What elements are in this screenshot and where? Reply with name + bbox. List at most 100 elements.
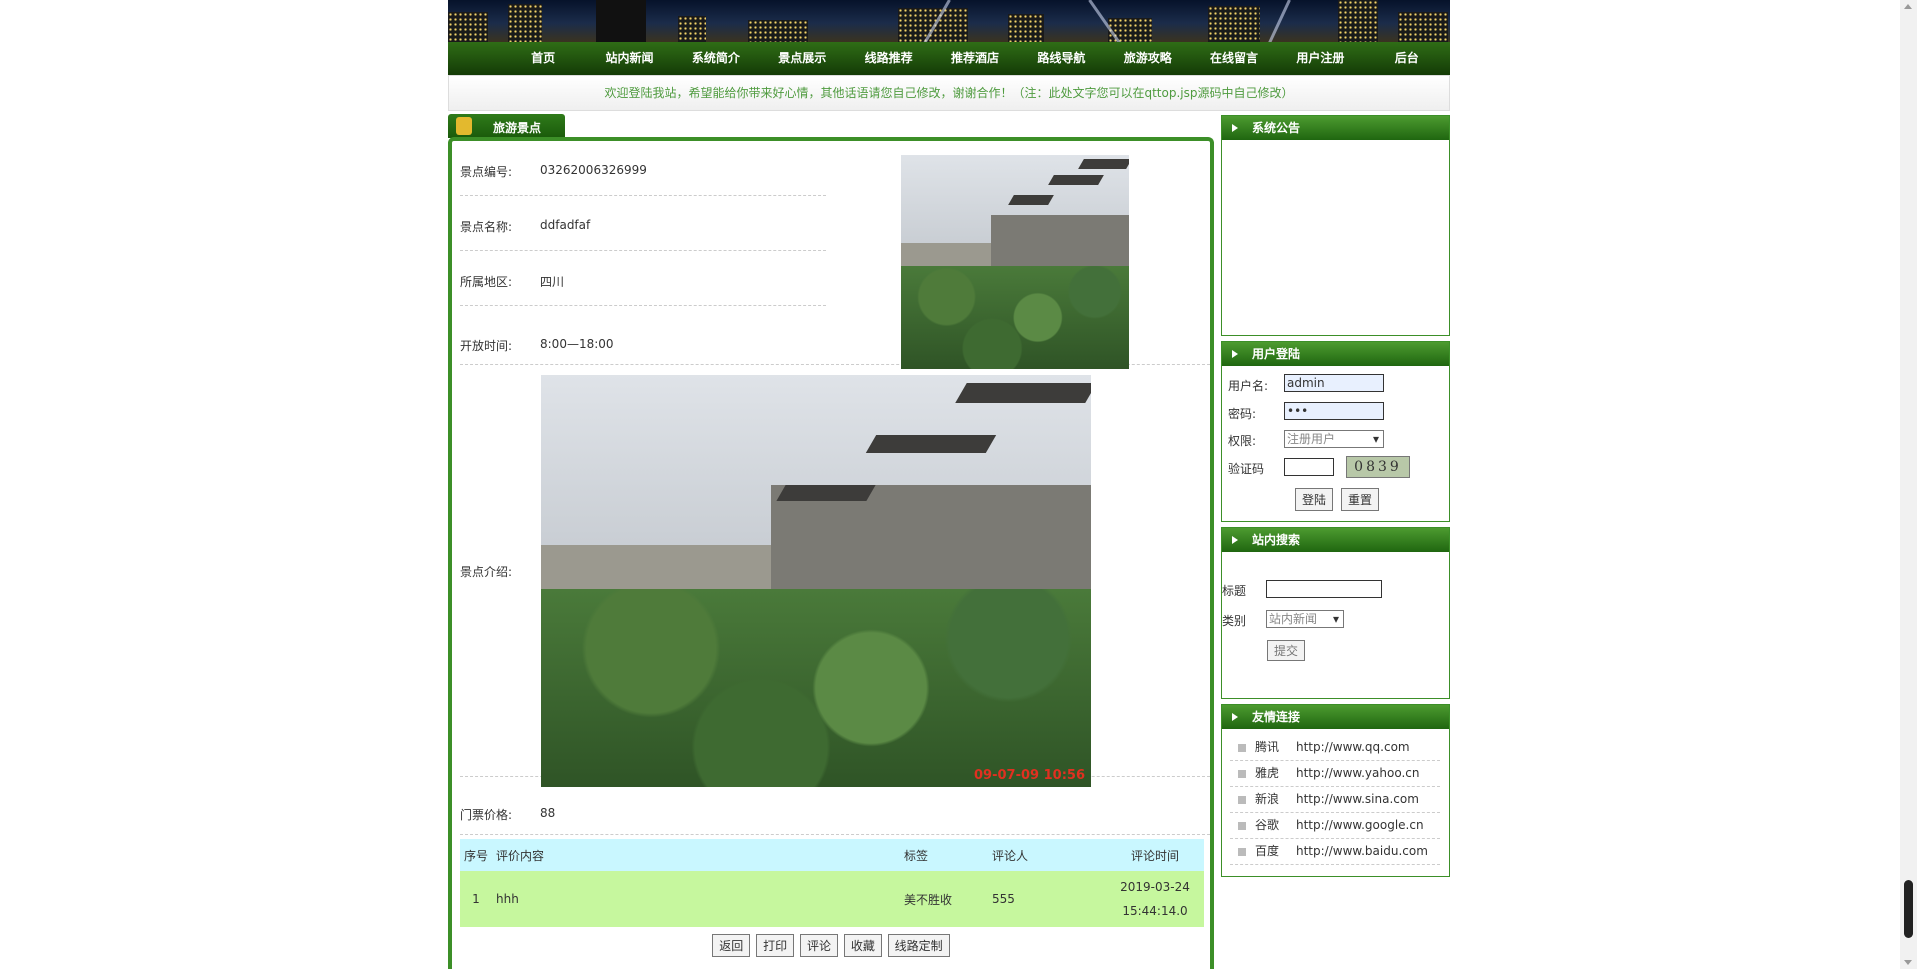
nav-messages[interactable]: 在线留言 [1191,42,1277,75]
captcha-input[interactable] [1284,458,1334,476]
spot-region-row: 所属地区: 四川 [460,251,826,306]
list-item[interactable]: 百度 http://www.baidu.com [1230,839,1440,865]
link-url: http://www.qq.com [1296,740,1410,754]
link-name: 谷歌 [1255,818,1280,832]
bullet-icon [1238,770,1246,778]
list-item[interactable]: 谷歌 http://www.google.cn [1230,813,1440,839]
header-banner [448,0,1450,42]
link-url: http://www.google.cn [1296,818,1424,832]
bullet-icon [1238,744,1246,752]
spot-price-label: 门票价格: [460,808,513,822]
comment-user: 555 [988,871,1106,927]
nav-routes[interactable]: 线路推荐 [845,42,931,75]
action-buttons: 返回 打印 评论 收藏 线路定制 [452,934,1210,957]
spot-id-label: 景点编号: [460,165,513,179]
link-name: 腾讯 [1255,740,1280,754]
comment-date: 2019-03-24 [1120,880,1190,894]
col-user: 评论人 [988,839,1106,871]
comment-time: 2019-03-24 15:44:14.0 [1106,871,1204,927]
spot-thumbnail-image [901,155,1129,369]
site-search-box: 站内搜索 标题 类别 站内新闻 ▾ 提交 [1221,527,1450,699]
nav-about[interactable]: 系统简介 [673,42,759,75]
comments-header-row: 序号 评价内容 标签 评论人 评论时间 [460,839,1204,871]
nav-news[interactable]: 站内新闻 [586,42,672,75]
nav-spots[interactable]: 景点展示 [759,42,845,75]
scroll-up-icon[interactable] [1904,4,1912,9]
link-url: http://www.baidu.com [1296,844,1428,858]
chevron-down-icon: ▾ [1332,612,1339,626]
col-content: 评价内容 [492,839,900,871]
comment-button[interactable]: 评论 [799,934,838,957]
welcome-notice: 欢迎登陆我站，希望能给你带来好心情，其他话语请您自己修改，谢谢合作！（注：此处文… [448,75,1450,111]
route-customize-button[interactable]: 线路定制 [887,934,950,957]
spot-name-row: 景点名称: ddfadfaf [460,196,826,251]
link-name: 雅虎 [1255,766,1280,780]
search-type-label: 类别 [1222,614,1247,628]
search-submit-button[interactable]: 提交 [1267,640,1306,661]
chevron-down-icon: ▾ [1372,432,1379,446]
nav-hotels[interactable]: 推荐酒店 [932,42,1018,75]
role-value: 注册用户 [1287,432,1336,446]
col-time: 评论时间 [1106,839,1204,871]
back-button[interactable]: 返回 [712,934,751,957]
nav-guides[interactable]: 旅游攻略 [1105,42,1191,75]
col-tag: 标签 [900,839,988,871]
links-title: 友情连接 [1222,705,1449,729]
username-input[interactable]: admin [1284,374,1384,392]
login-button[interactable]: 登陆 [1295,488,1334,511]
section-tab: 旅游景点 [448,114,565,138]
spot-price-value: 88 [540,806,556,820]
bullet-icon [1238,796,1246,804]
reset-button[interactable]: 重置 [1341,488,1380,511]
announcement-box: 系统公告 [1221,115,1450,336]
nav-register[interactable]: 用户注册 [1277,42,1363,75]
comments-table: 序号 评价内容 标签 评论人 评论时间 1 hhh 美不胜收 555 2019-… [460,839,1204,927]
main-nav: 首页 站内新闻 系统简介 景点展示 线路推荐 推荐酒店 路线导航 旅游攻略 在线… [448,42,1450,75]
print-button[interactable]: 打印 [756,934,795,957]
search-type-select[interactable]: 站内新闻 ▾ [1266,610,1344,628]
search-title-label: 标题 [1222,584,1247,598]
username-label: 用户名: [1228,379,1269,393]
spot-id-row: 景点编号: 03262006326999 [460,141,826,196]
captcha-label: 验证码 [1228,462,1265,476]
spot-icon [456,117,472,135]
list-item[interactable]: 腾讯 http://www.qq.com [1230,735,1440,761]
nav-admin[interactable]: 后台 [1364,42,1450,75]
link-name: 新浪 [1255,792,1280,806]
bullet-icon [1238,822,1246,830]
login-box: 用户登陆 用户名: admin 密码: ••• 权限: 注册用户 ▾ 验证码 0… [1221,341,1450,522]
captcha-image[interactable]: 0839 [1346,456,1410,478]
spot-price-row: 门票价格: 88 [460,792,1210,835]
comment-tag: 美不胜收 [900,871,988,927]
link-name: 百度 [1255,844,1280,858]
spot-intro-label: 景点介绍: [460,565,513,579]
nav-home[interactable]: 首页 [500,42,586,75]
favorite-button[interactable]: 收藏 [843,934,882,957]
spot-detail-panel: 景点编号: 03262006326999 景点名称: ddfadfaf 所属地区… [448,137,1214,969]
spot-hours-value: 8:00—18:00 [540,337,614,351]
login-title: 用户登陆 [1222,342,1449,366]
nav-navigation[interactable]: 路线导航 [1018,42,1104,75]
spot-region-label: 所属地区: [460,275,513,289]
search-title: 站内搜索 [1222,528,1449,552]
search-type-value: 站内新闻 [1269,612,1318,626]
table-row: 1 hhh 美不胜收 555 2019-03-24 15:44:14.0 [460,871,1204,927]
bullet-icon [1238,848,1246,856]
spot-id-value: 03262006326999 [540,163,647,177]
col-no: 序号 [460,839,492,871]
comment-clock: 15:44:14.0 [1122,904,1188,918]
list-item[interactable]: 新浪 http://www.sina.com [1230,787,1440,813]
comment-content: hhh [492,871,900,927]
password-label: 密码: [1228,407,1257,421]
password-input[interactable]: ••• [1284,402,1384,420]
scroll-down-icon[interactable] [1904,960,1912,965]
announcement-title: 系统公告 [1222,116,1449,140]
page-scrollbar[interactable] [1900,0,1917,969]
list-item[interactable]: 雅虎 http://www.yahoo.cn [1230,761,1440,787]
role-select[interactable]: 注册用户 ▾ [1284,430,1384,448]
spot-region-value: 四川 [540,275,565,289]
scrollbar-thumb[interactable] [1904,880,1913,938]
search-input[interactable] [1266,580,1382,598]
spot-hours-label: 开放时间: [460,339,513,353]
spot-name-label: 景点名称: [460,220,513,234]
